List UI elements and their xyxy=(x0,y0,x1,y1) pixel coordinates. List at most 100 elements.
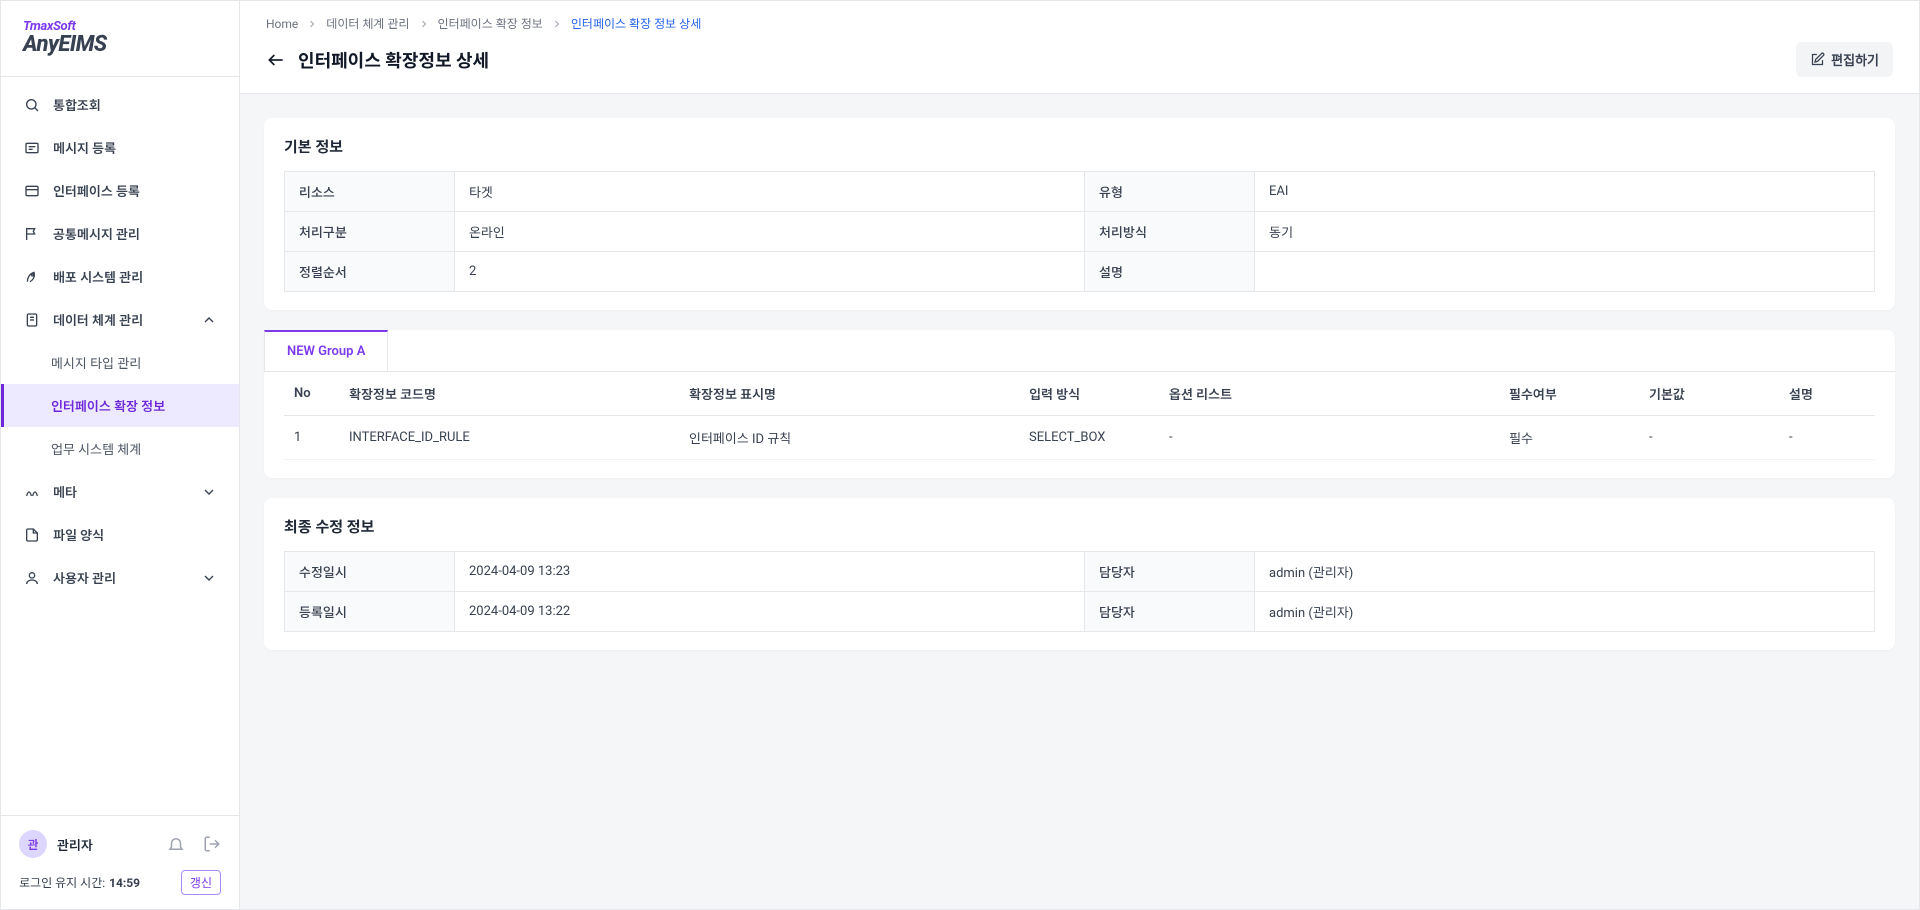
bell-icon[interactable] xyxy=(167,835,185,853)
sidebar-footer: 관 관리자 로그인 유지 시간: 14:59 갱신 xyxy=(1,815,239,909)
resource-value: 타겟 xyxy=(455,172,1085,212)
col-display: 확장정보 표시명 xyxy=(679,372,1019,416)
nav-item-interface-reg[interactable]: 인터페이스 등록 xyxy=(1,169,239,212)
col-code: 확장정보 코드명 xyxy=(339,372,679,416)
mod-info-card: 최종 수정 정보 수정일시 2024-04-09 13:23 담당자 admin… xyxy=(264,498,1895,650)
reg-dt-label: 등록일시 xyxy=(285,592,455,632)
process-div-value: 온라인 xyxy=(455,212,1085,252)
nav-sub-label: 인터페이스 확장 정보 xyxy=(51,396,165,415)
nav-item-message-reg[interactable]: 메시지 등록 xyxy=(1,126,239,169)
table-row[interactable]: 1 INTERFACE_ID_RULE 인터페이스 ID 규칙 SELECT_B… xyxy=(284,416,1875,460)
back-button[interactable] xyxy=(266,50,286,70)
chevron-down-icon xyxy=(201,484,217,500)
mod-by-label: 담당자 xyxy=(1085,552,1255,592)
nav-item-common-msg[interactable]: 공통메시지 관리 xyxy=(1,212,239,255)
login-keep-time: 14:59 xyxy=(109,876,140,890)
resource-label: 리소스 xyxy=(285,172,455,212)
interface-icon xyxy=(23,182,41,200)
chevron-down-icon xyxy=(201,570,217,586)
nav-label: 공통메시지 관리 xyxy=(53,224,140,243)
breadcrumb-l2[interactable]: 인터페이스 확장 정보 xyxy=(438,15,543,32)
nav: 통합조회 메시지 등록 인터페이스 등록 공통메시지 관리 배포 시스템 관리 … xyxy=(1,77,239,815)
basic-info-table: 리소스 타겟 유형 EAI 처리구분 온라인 처리방식 동기 정렬순서 2 xyxy=(284,171,1875,292)
chevron-right-icon xyxy=(306,18,318,30)
nav-sub-biz-system[interactable]: 업무 시스템 체계 xyxy=(1,427,239,470)
cell-options: - xyxy=(1159,416,1499,460)
chevron-right-icon xyxy=(418,18,430,30)
mod-info-table: 수정일시 2024-04-09 13:23 담당자 admin (관리자) 등록… xyxy=(284,551,1875,632)
chevron-up-icon xyxy=(201,312,217,328)
breadcrumb-current: 인터페이스 확장 정보 상세 xyxy=(571,15,701,32)
type-value: EAI xyxy=(1255,172,1875,212)
col-options: 옵션 리스트 xyxy=(1159,372,1499,416)
nav-item-deploy[interactable]: 배포 시스템 관리 xyxy=(1,255,239,298)
nav-label: 인터페이스 등록 xyxy=(53,181,140,200)
main: Home 데이터 체계 관리 인터페이스 확장 정보 인터페이스 확장 정보 상… xyxy=(240,1,1919,909)
breadcrumb-home[interactable]: Home xyxy=(266,17,298,31)
edit-icon xyxy=(1810,52,1825,67)
mod-dt-value: 2024-04-09 13:23 xyxy=(455,552,1085,592)
message-icon xyxy=(23,139,41,157)
nav-label: 통합조회 xyxy=(53,95,101,114)
cell-input: SELECT_BOX xyxy=(1019,416,1159,460)
reg-by-value: admin (관리자) xyxy=(1255,592,1875,632)
breadcrumb: Home 데이터 체계 관리 인터페이스 확장 정보 인터페이스 확장 정보 상… xyxy=(266,15,1893,32)
cell-required: 필수 xyxy=(1499,416,1639,460)
user-name: 관리자 xyxy=(57,835,149,854)
sidebar: TmaxSoft AnyEIMS 통합조회 메시지 등록 인터페이스 등록 공통… xyxy=(1,1,240,909)
edit-button[interactable]: 편집하기 xyxy=(1796,42,1893,77)
nav-sub-label: 메시지 타입 관리 xyxy=(51,353,141,372)
breadcrumb-l1[interactable]: 데이터 체계 관리 xyxy=(326,15,409,32)
cell-no: 1 xyxy=(284,416,339,460)
type-label: 유형 xyxy=(1085,172,1255,212)
nav-item-file-template[interactable]: 파일 양식 xyxy=(1,513,239,556)
mod-dt-label: 수정일시 xyxy=(285,552,455,592)
edit-button-label: 편집하기 xyxy=(1831,50,1879,69)
group-tabs: NEW Group A xyxy=(264,330,1895,372)
header: Home 데이터 체계 관리 인터페이스 확장 정보 인터페이스 확장 정보 상… xyxy=(240,1,1919,94)
mod-by-value: admin (관리자) xyxy=(1255,552,1875,592)
cell-code: INTERFACE_ID_RULE xyxy=(339,416,679,460)
nav-item-meta[interactable]: 메타 xyxy=(1,470,239,513)
search-icon xyxy=(23,96,41,114)
nav-item-data-system[interactable]: 데이터 체계 관리 xyxy=(1,298,239,341)
nav-label: 데이터 체계 관리 xyxy=(53,310,143,329)
nav-label: 메타 xyxy=(53,482,77,501)
col-no: No xyxy=(284,372,339,416)
nav-label: 메시지 등록 xyxy=(53,138,116,157)
nav-sub-msg-type[interactable]: 메시지 타입 관리 xyxy=(1,341,239,384)
meta-icon xyxy=(23,483,41,501)
login-keep-label: 로그인 유지 시간: xyxy=(19,874,105,891)
logout-icon[interactable] xyxy=(203,835,221,853)
cell-desc: - xyxy=(1779,416,1875,460)
sort-value: 2 xyxy=(455,252,1085,292)
rocket-icon xyxy=(23,268,41,286)
chevron-right-icon xyxy=(551,18,563,30)
user-icon xyxy=(23,569,41,587)
document-icon xyxy=(23,311,41,329)
group-card: NEW Group A No 확장정보 코드명 확장정보 표시명 입력 방식 옵… xyxy=(264,330,1895,478)
nav-sub-label: 업무 시스템 체계 xyxy=(51,439,141,458)
process-method-label: 처리방식 xyxy=(1085,212,1255,252)
tab-new-group-a[interactable]: NEW Group A xyxy=(264,330,388,371)
col-default: 기본값 xyxy=(1639,372,1779,416)
nav-item-search[interactable]: 통합조회 xyxy=(1,83,239,126)
mod-info-title: 최종 수정 정보 xyxy=(284,516,1875,537)
nav-label: 사용자 관리 xyxy=(53,568,116,587)
desc-value xyxy=(1255,252,1875,292)
logo: TmaxSoft AnyEIMS xyxy=(1,1,239,77)
process-method-value: 동기 xyxy=(1255,212,1875,252)
content: 기본 정보 리소스 타겟 유형 EAI 처리구분 온라인 처리방식 동기 xyxy=(240,94,1919,909)
group-table: No 확장정보 코드명 확장정보 표시명 입력 방식 옵션 리스트 필수여부 기… xyxy=(284,372,1875,460)
page-title: 인터페이스 확장정보 상세 xyxy=(298,47,489,73)
col-desc: 설명 xyxy=(1779,372,1875,416)
flag-icon xyxy=(23,225,41,243)
nav-label: 배포 시스템 관리 xyxy=(53,267,143,286)
nav-item-user-mgmt[interactable]: 사용자 관리 xyxy=(1,556,239,599)
cell-default: - xyxy=(1639,416,1779,460)
refresh-button[interactable]: 갱신 xyxy=(181,870,221,895)
logo-product: AnyEIMS xyxy=(23,34,217,56)
nav-sub-iface-ext[interactable]: 인터페이스 확장 정보 xyxy=(1,384,239,427)
avatar: 관 xyxy=(19,830,47,858)
process-div-label: 처리구분 xyxy=(285,212,455,252)
